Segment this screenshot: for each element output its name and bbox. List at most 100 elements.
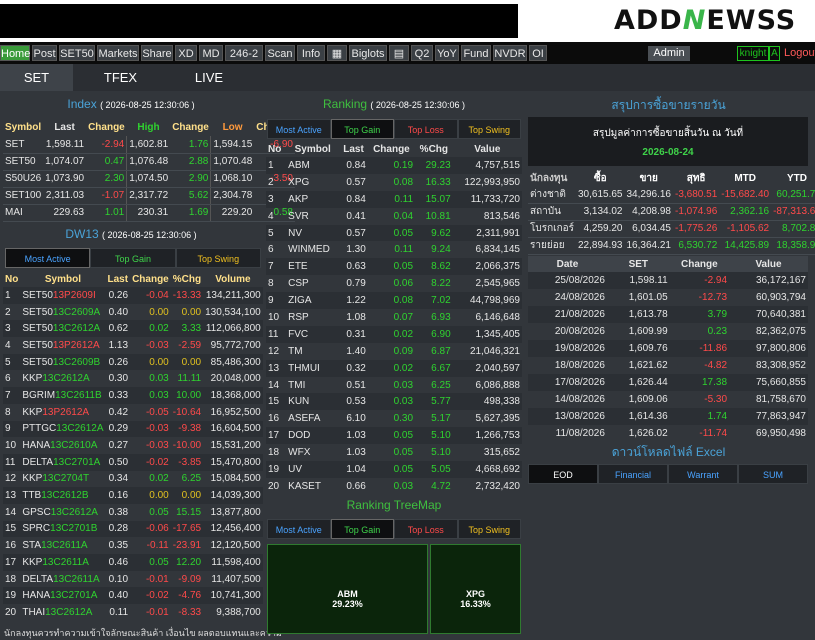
table-row[interactable]: 6 KKP13C2612A 0.30 0.03 11.11 20,048,000 (3, 370, 263, 387)
table-row[interactable]: 17 DOD 1.03 0.05 5.10 1,266,753 (266, 427, 522, 445)
table-row[interactable]: 18 WFX 1.03 0.05 5.10 315,652 (266, 444, 522, 461)
table-row[interactable]: 5 SET5013C2609B 0.26 0.00 0.00 85,486,300 (3, 353, 263, 371)
table-row[interactable]: 14 GPSC13C2612A 0.38 0.05 15.15 13,877,800 (3, 504, 263, 521)
treemap-tab-top-gain[interactable]: Top Gain (330, 519, 394, 539)
dw-symbol[interactable]: KKP13C2612A (20, 370, 105, 387)
menu-item[interactable]: SET50 (59, 45, 95, 61)
logout-link[interactable]: Logout (784, 47, 815, 59)
table-row[interactable]: 17/08/2026 1,626.44 17.38 75,660,855 (528, 374, 808, 391)
dw-symbol[interactable]: PTTGC13C2612A (20, 420, 106, 438)
site-logo[interactable]: ADDNEWSS (614, 5, 796, 36)
menu-item[interactable]: Markets (97, 45, 139, 61)
menu-item[interactable]: ▤ (389, 45, 409, 61)
dw-symbol[interactable]: SPRC13C2701B (20, 520, 106, 538)
treemap-tab-most-active[interactable]: Most Active (267, 519, 331, 539)
table-row[interactable]: 15 KUN 0.53 0.03 5.77 498,338 (266, 393, 522, 411)
treemap-tab-top-swing[interactable]: Top Swing (457, 519, 521, 539)
download-warrant-button[interactable]: Warrant (668, 464, 738, 484)
table-row[interactable]: 5 NV 0.57 0.05 9.62 2,311,991 (266, 224, 522, 242)
table-row[interactable]: 7 ETE 0.63 0.05 8.62 2,066,375 (266, 258, 522, 276)
table-row[interactable]: 14 TMI 0.51 0.03 6.25 6,086,888 (266, 377, 522, 394)
dw-symbol[interactable]: THAI13C2612A (20, 604, 105, 621)
admin-button[interactable]: Admin (648, 46, 690, 61)
table-row[interactable]: 20 KASET 0.66 0.03 4.72 2,732,420 (266, 478, 522, 495)
table-row[interactable]: 3 AKP 0.84 0.11 15.07 11,733,720 (266, 190, 522, 208)
dw-symbol[interactable]: SET5013C2612A (20, 320, 106, 338)
table-row[interactable]: 11 DELTA13C2701A 0.50 -0.02 -3.85 15,470,800 (3, 453, 263, 471)
dw-symbol[interactable]: HANA13C2610A (20, 437, 105, 454)
dw-symbol[interactable]: DELTA13C2611A (20, 571, 105, 588)
table-row[interactable]: 7 BGRIM13C2611B 0.33 0.03 10.00 18,368,000 (3, 387, 263, 404)
dw-symbol[interactable]: SET5013C2609A (20, 304, 105, 321)
table-row[interactable]: 20 THAI13C2612A 0.11 -0.01 -8.33 9,388,700 (3, 604, 263, 621)
table-row[interactable]: 20/08/2026 1,609.99 0.23 82,362,075 (528, 323, 808, 340)
table-row[interactable]: โบรกเกอร์ 4,259.20 6,034.45 -1,775.26 -1,105… (528, 220, 815, 238)
table-row[interactable]: รายย่อย 22,894.93 16,364.21 6,530.72 14,425.… (528, 237, 815, 255)
table-row[interactable]: 17 KKP13C2611A 0.46 0.05 12.20 11,598,400 (3, 554, 263, 571)
dw-symbol[interactable]: STA13C2611A (20, 537, 105, 554)
table-row[interactable]: 1 ABM 0.84 0.19 29.23 4,757,515 (266, 157, 522, 174)
menu-item[interactable]: OI (529, 45, 547, 61)
table-row[interactable]: 10 HANA13C2610A 0.27 -0.03 -10.00 15,531,200 (3, 437, 263, 454)
table-row[interactable]: 13 TTB13C2612B 0.16 0.00 0.00 14,039,300 (3, 487, 263, 504)
ranking-tab-most-active[interactable]: Most Active (267, 119, 331, 139)
table-row[interactable]: 14/08/2026 1,609.06 -5.30 81,758,670 (528, 391, 808, 408)
tab-tfex[interactable]: TFEX (73, 64, 168, 91)
dw-tab-top-swing[interactable]: Top Swing (175, 248, 261, 268)
menu-item[interactable]: Q2 (411, 45, 433, 61)
menu-item[interactable]: NVDR (493, 45, 527, 61)
menu-item[interactable]: Fund (461, 45, 491, 61)
dw-symbol[interactable]: HANA13C2701A (20, 587, 106, 605)
tab-live[interactable]: LIVE (168, 64, 250, 91)
dw-symbol[interactable]: KKP13C2611A (20, 554, 106, 571)
dw-symbol[interactable]: DELTA13C2701A (20, 453, 106, 471)
table-row[interactable]: MAI 229.63 1.01 230.31 1.69 229.20 0.58 (3, 204, 295, 222)
table-row[interactable]: 2 SET5013C2609A 0.40 0.00 0.00 130,534,100 (3, 304, 263, 321)
table-row[interactable]: 4 SVR 0.41 0.04 10.81 813,546 (266, 208, 522, 225)
table-row[interactable]: 18 DELTA13C2611A 0.10 -0.01 -9.09 11,407,500 (3, 571, 263, 588)
table-row[interactable]: 9 ZIGA 1.22 0.08 7.02 44,798,969 (266, 292, 522, 310)
table-row[interactable]: 24/08/2026 1,601.05 -12.73 60,903,794 (528, 289, 808, 306)
menu-item[interactable]: Scan (265, 45, 295, 61)
download-financial-button[interactable]: Financial (598, 464, 668, 484)
table-row[interactable]: SET501,074.070.471,076.482.881,070.48-3.… (3, 153, 295, 171)
menu-item[interactable]: Biglots (349, 45, 387, 61)
menu-item[interactable]: Share (141, 45, 173, 61)
user-name[interactable]: knight (737, 46, 769, 61)
menu-item[interactable]: Info (297, 45, 325, 61)
download-eod-button[interactable]: EOD (528, 464, 598, 484)
treemap-tab-top-loss[interactable]: Top Loss (394, 519, 458, 539)
table-row[interactable]: 1 SET5013P2609I 0.26 -0.04 -13.33 134,211,300 (3, 287, 263, 304)
dw-symbol[interactable]: GPSC13C2612A (20, 504, 105, 521)
treemap-cell[interactable]: XPG 16.33% (430, 544, 521, 634)
ranking-tab-top-swing[interactable]: Top Swing (457, 119, 521, 139)
dw-symbol[interactable]: SET5013C2609B (20, 353, 106, 371)
menu-item[interactable]: YoY (435, 45, 459, 61)
table-row[interactable]: 11 FVC 0.31 0.02 6.90 1,345,405 (266, 325, 522, 343)
table-row[interactable]: 6 WINMED 1.30 0.11 9.24 6,834,145 (266, 241, 522, 258)
dw-symbol[interactable]: KKP13P2612A (20, 404, 105, 421)
table-row[interactable]: 3 SET5013C2612A 0.62 0.02 3.33 112,066,800 (3, 320, 263, 338)
table-row[interactable]: 10 RSP 1.08 0.07 6.93 6,146,648 (266, 309, 522, 326)
table-row[interactable]: 8 KKP13P2612A 0.42 -0.05 -10.64 16,952,500 (3, 404, 263, 421)
tab-set[interactable]: SET (0, 64, 73, 91)
menu-item[interactable]: Home (0, 45, 30, 61)
dw-tab-top-gain[interactable]: Top Gain (90, 248, 176, 268)
table-row[interactable]: 18/08/2026 1,621.62 -4.82 83,308,952 (528, 357, 808, 374)
dw-symbol[interactable]: BGRIM13C2611B (20, 387, 106, 404)
table-row[interactable]: S50U26 1,073.90 2.30 1,074.50 2.90 1,068.10 -3… (3, 170, 295, 188)
table-row[interactable]: 12 TM 1.40 0.09 6.87 21,046,321 (266, 343, 522, 360)
table-row[interactable]: 12 KKP13C2704T 0.34 0.02 6.25 15,084,500 (3, 471, 263, 488)
dw-symbol[interactable]: SET5013P2612A (20, 337, 105, 354)
table-row[interactable]: 13/08/2026 1,614.36 1.74 77,863,947 (528, 408, 808, 425)
menu-item[interactable]: 246-2 (225, 45, 263, 61)
table-row[interactable]: ต่างชาติ 30,615.65 34,296.16 -3,680.51 -15,6… (528, 186, 815, 204)
dw-symbol[interactable]: SET5013P2609I (20, 287, 106, 304)
table-row[interactable]: 2 XPG 0.57 0.08 16.33 122,993,950 (266, 174, 522, 191)
table-row[interactable]: สถาบัน 3,134.02 4,208.98 -1,074.96 2,362.16-… (528, 203, 815, 221)
table-row[interactable]: 13 THMUI 0.32 0.02 6.67 2,040,597 (266, 359, 522, 377)
dw-symbol[interactable]: TTB13C2612B (20, 487, 106, 504)
table-row[interactable]: 4 SET5013P2612A 1.13 -0.03 -2.59 95,772,700 (3, 337, 263, 354)
ranking-tab-top-loss[interactable]: Top Loss (394, 119, 458, 139)
table-row[interactable]: SET1002,311.03-1.072,317.725.622,304.78-… (3, 187, 295, 205)
